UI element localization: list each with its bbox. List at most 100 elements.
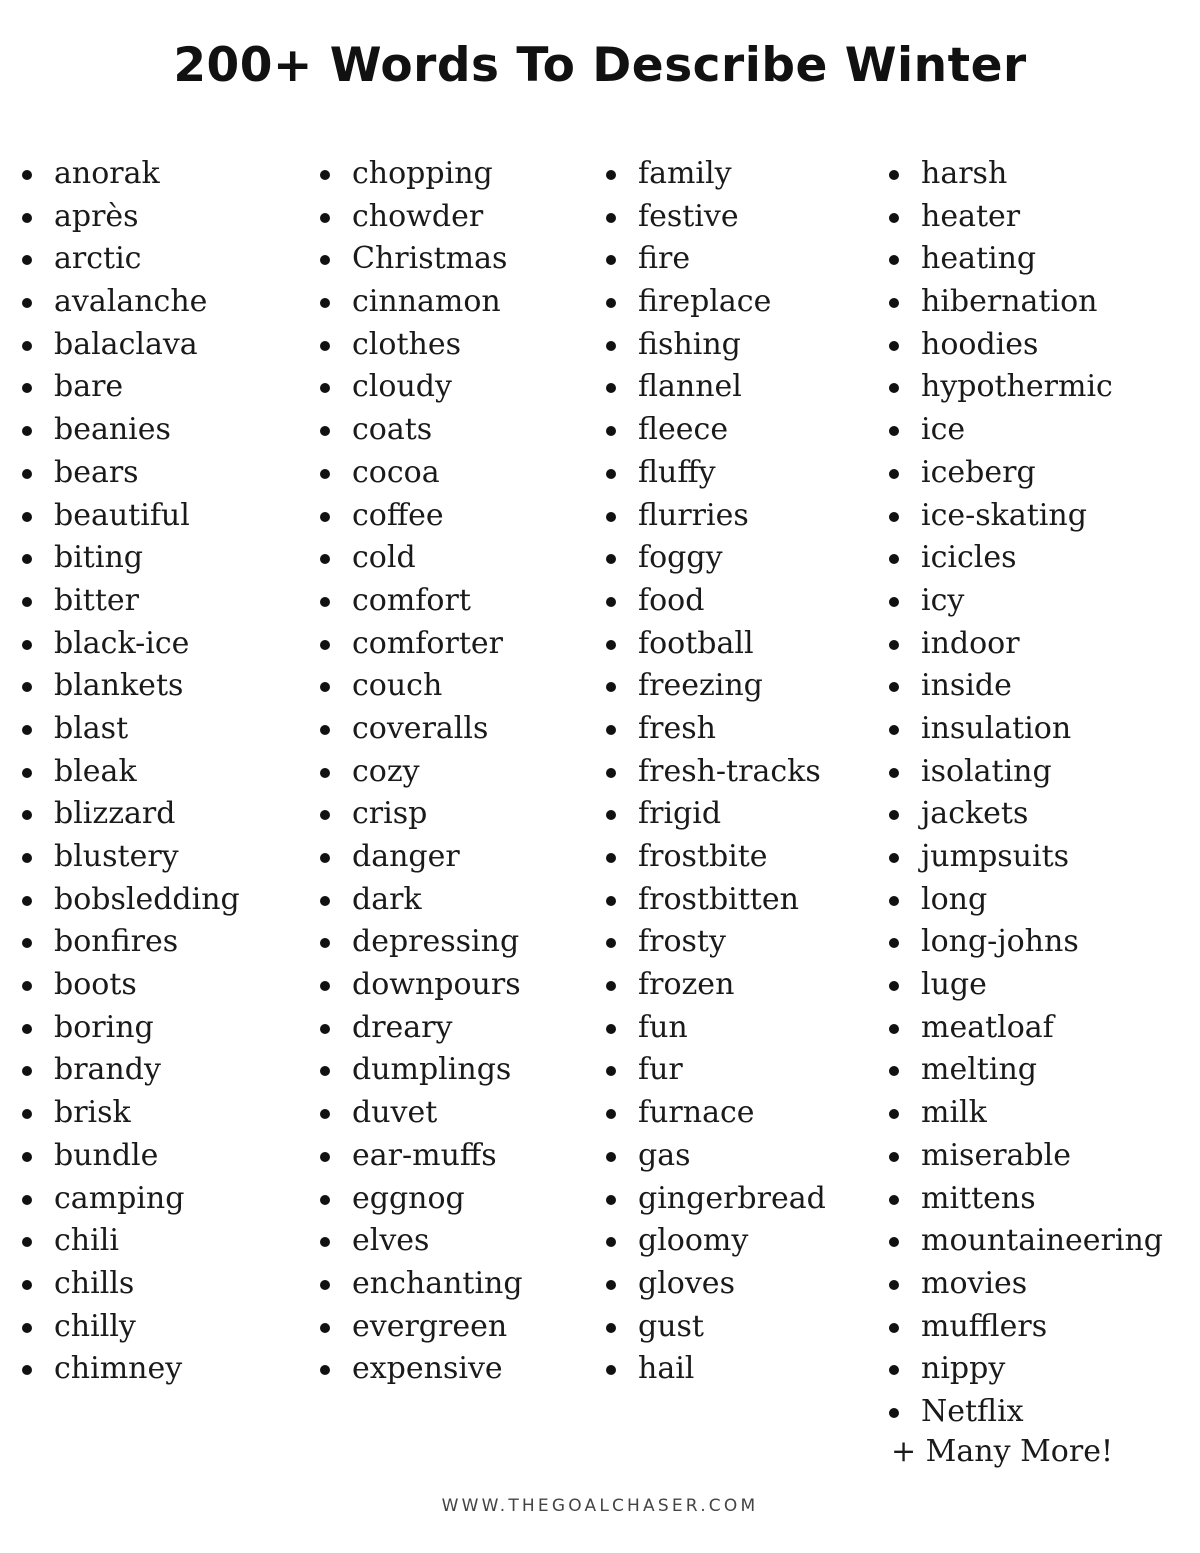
- bullet-icon: [320, 1365, 330, 1376]
- word-text: inside: [921, 668, 1012, 704]
- word-text: foggy: [638, 540, 723, 576]
- word-text: brisk: [54, 1095, 131, 1131]
- bullet-icon: [22, 981, 32, 992]
- bullet-icon: [606, 1066, 616, 1077]
- word-text: bitter: [54, 582, 140, 618]
- word-text: chilly: [54, 1308, 136, 1344]
- word-text: chimney: [54, 1351, 183, 1387]
- bullet-icon: [22, 938, 32, 949]
- word-text: boring: [54, 1009, 154, 1045]
- word-text: football: [638, 625, 754, 661]
- word-text: isolating: [921, 753, 1052, 789]
- word-text: fun: [638, 1009, 688, 1045]
- word-text: harsh: [921, 156, 1008, 191]
- bullet-icon: [606, 596, 616, 607]
- bullet-icon: [889, 596, 899, 607]
- bullet-icon: [606, 468, 616, 479]
- bullet-icon: [606, 255, 616, 266]
- word-text: fireplace: [638, 284, 772, 320]
- bullet-icon: [889, 170, 899, 180]
- word-text: flurries: [638, 497, 749, 533]
- bullet-icon: [889, 938, 899, 949]
- bullet-icon: [606, 170, 616, 180]
- bullet-icon: [606, 1023, 616, 1034]
- bullet-icon: [22, 426, 32, 437]
- bullet-icon: [889, 682, 899, 693]
- website-footer: WWW.THEGOALCHASER.COM: [441, 1496, 759, 1516]
- word-text: elves: [352, 1223, 430, 1259]
- word-text: evergreen: [352, 1308, 508, 1344]
- word-text: bundle: [54, 1137, 159, 1173]
- bullet-icon: [889, 1023, 899, 1034]
- bullet-icon: [889, 810, 899, 821]
- word-text: dreary: [352, 1009, 453, 1045]
- word-text: cozy: [352, 753, 420, 789]
- bullet-icon: [889, 639, 899, 650]
- word-text: chopping: [352, 156, 493, 191]
- bullet-icon: [320, 511, 330, 522]
- word-text: festive: [638, 198, 739, 234]
- bullet-icon: [320, 682, 330, 693]
- bullet-icon: [606, 212, 616, 223]
- bullet-icon: [22, 1237, 32, 1248]
- bullet-icon: [889, 1365, 899, 1376]
- bullet-icon: [22, 639, 32, 650]
- word-text: coffee: [352, 497, 444, 533]
- bullet-icon: [22, 596, 32, 607]
- bullet-icon: [320, 1237, 330, 1248]
- bullet-icon: [22, 298, 32, 309]
- bullet-icon: [22, 554, 32, 565]
- word-text: meatloaf: [921, 1009, 1054, 1045]
- bullet-icon: [22, 468, 32, 479]
- bullet-icon: [606, 981, 616, 992]
- bullet-icon: [320, 810, 330, 821]
- bullet-icon: [320, 1194, 330, 1205]
- page-title: 200+ Words To Describe Winter: [173, 38, 1027, 93]
- bullet-icon: [320, 255, 330, 266]
- bullet-icon: [22, 1066, 32, 1077]
- bullet-icon: [320, 1109, 330, 1120]
- word-text: freezing: [638, 668, 763, 704]
- word-text: bears: [54, 454, 139, 490]
- word-text: cocoa: [352, 454, 440, 490]
- bullet-icon: [22, 1151, 32, 1162]
- word-text: ice-skating: [921, 497, 1087, 533]
- word-text: coveralls: [352, 710, 489, 746]
- bullet-icon: [320, 1066, 330, 1077]
- word-text: gloves: [638, 1265, 735, 1301]
- word-text: bonfires: [54, 924, 179, 960]
- bullet-icon: [320, 468, 330, 479]
- word-text: insulation: [921, 710, 1072, 746]
- bullet-icon: [606, 895, 616, 906]
- bullet-icon: [889, 724, 899, 735]
- bullet-icon: [889, 255, 899, 266]
- bullet-icon: [606, 810, 616, 821]
- bullet-icon: [22, 511, 32, 522]
- bullet-icon: [889, 1237, 899, 1248]
- word-text: mittens: [921, 1180, 1036, 1216]
- bullet-icon: [22, 767, 32, 778]
- word-text: bare: [54, 369, 124, 405]
- bullet-icon: [606, 1109, 616, 1120]
- word-text: blast: [54, 710, 129, 746]
- word-text: iceberg: [921, 454, 1036, 490]
- bullet-icon: [320, 298, 330, 309]
- word-text: frosty: [638, 924, 726, 960]
- bullet-icon: [320, 383, 330, 394]
- word-text: clothes: [352, 326, 461, 362]
- word-text: fresh: [638, 710, 716, 746]
- bullet-icon: [22, 853, 32, 863]
- word-text: jackets: [921, 796, 1029, 832]
- word-text: chills: [54, 1265, 135, 1301]
- word-text: furnace: [638, 1095, 755, 1131]
- bullet-icon: [320, 767, 330, 778]
- bullet-icon: [22, 724, 32, 735]
- word-text: hypothermic: [921, 369, 1113, 405]
- bullet-icon: [22, 1365, 32, 1376]
- word-text: icy: [921, 582, 965, 618]
- bullet-icon: [22, 1194, 32, 1205]
- word-text: fluffy: [638, 454, 716, 490]
- word-text: ear-muffs: [352, 1137, 497, 1173]
- word-text: hoodies: [921, 326, 1039, 362]
- word-text: Christmas: [352, 241, 508, 277]
